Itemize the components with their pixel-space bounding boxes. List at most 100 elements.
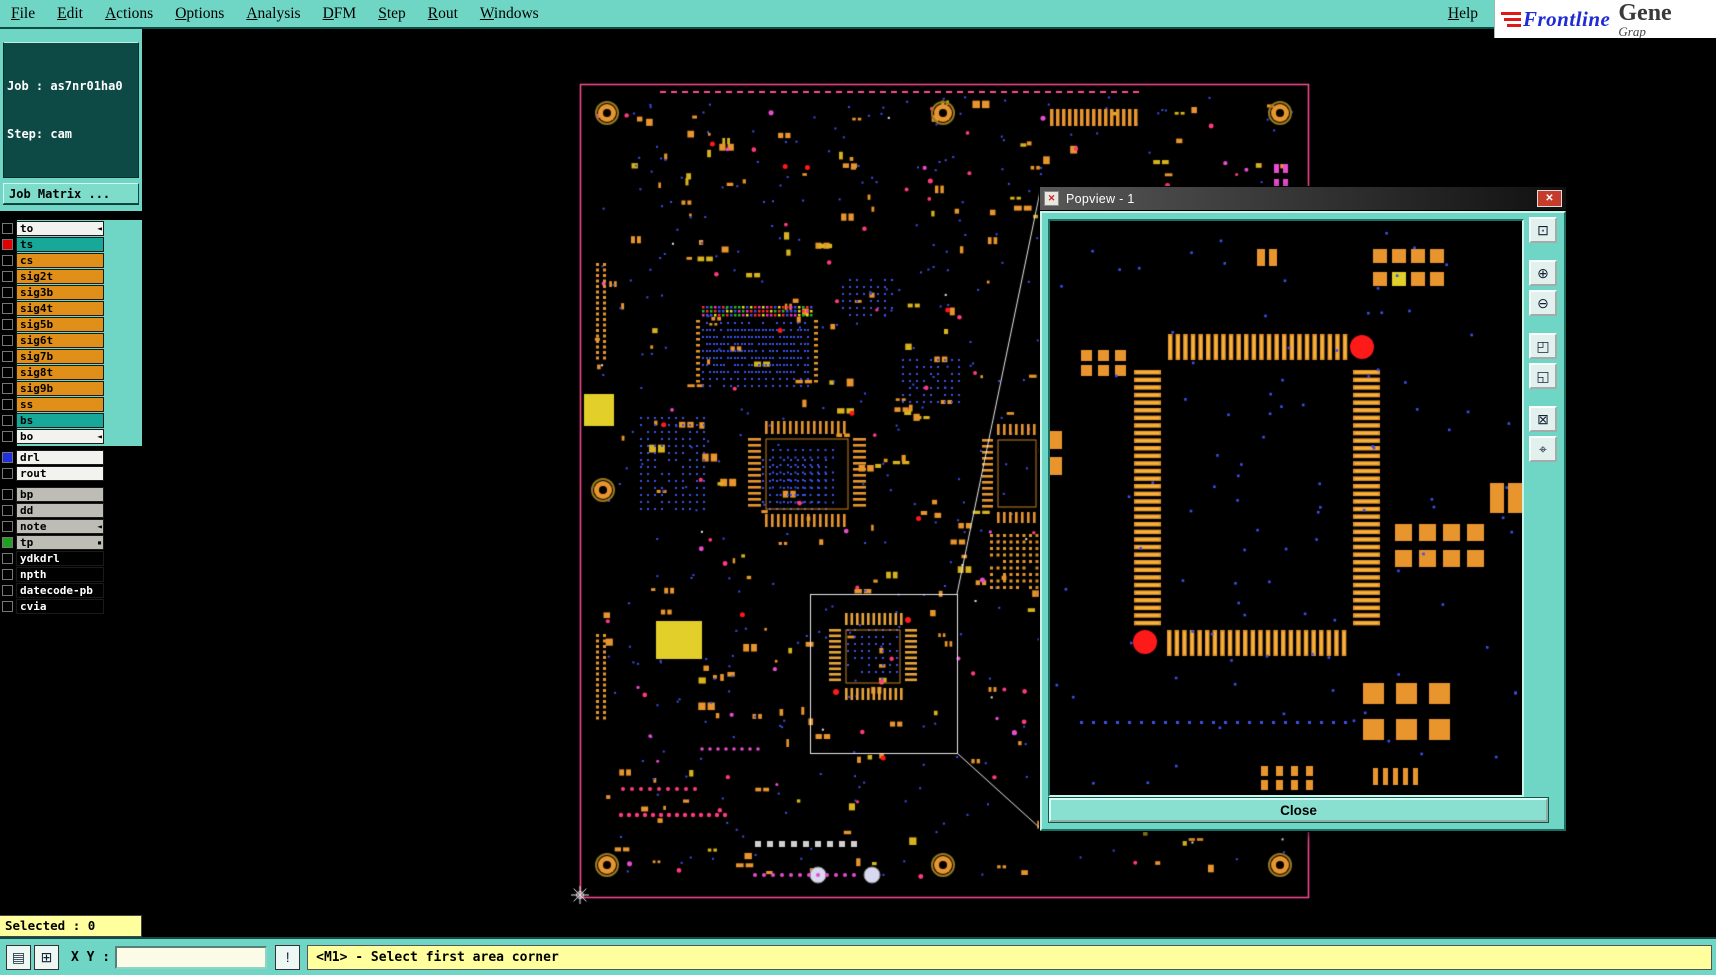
zoom-box-icon-button[interactable]: ⊠ [1529,406,1557,432]
layer-name-ydkdrl[interactable]: ydkdrl [16,550,104,566]
layer-row-cvia[interactable]: cvia [0,598,142,614]
layer-name-npth[interactable]: npth [16,566,104,582]
layer-visibility-checkbox-bp[interactable] [2,488,13,500]
layer-row-to[interactable]: to ◄ [0,220,142,236]
menu-item-options[interactable]: Options [164,5,235,23]
menu-item-rout[interactable]: Rout [417,5,469,23]
layer-name-note[interactable]: note ◄ [16,518,104,534]
layer-row-dd[interactable]: dd [0,502,142,518]
window-icon-button[interactable]: ⊡ [1529,217,1557,243]
menu-item-actions[interactable]: Actions [94,5,164,23]
layer-name-sig5b[interactable]: sig5b [16,316,104,332]
layer-name-dd[interactable]: dd [16,502,104,518]
layer-name-bs[interactable]: bs [16,412,104,428]
layer-name-sig8t[interactable]: sig8t [16,364,104,380]
layer-row-bo[interactable]: bo ◄ [0,428,142,444]
pan-left-icon-button[interactable]: ◰ [1529,333,1557,359]
menu-item-dfm[interactable]: DFM [312,5,368,23]
grid-icon-button[interactable]: ⊞ [34,944,59,970]
layer-name-sig3b[interactable]: sig3b [16,284,104,300]
xy-coordinate-input[interactable] [115,945,268,969]
layer-name-cs[interactable]: cs [16,252,104,268]
layer-visibility-checkbox-dd[interactable] [2,504,13,516]
layer-name-sig9b[interactable]: sig9b [16,380,104,396]
layer-row-sig4t[interactable]: sig4t [0,300,142,316]
layer-row-cs[interactable]: cs [0,252,142,268]
scroll-up-icon-button[interactable]: ⊕ [1529,260,1557,286]
layer-visibility-checkbox-to[interactable] [2,222,13,234]
layer-visibility-checkbox-sig5b[interactable] [2,318,13,330]
layer-name-sig6t[interactable]: sig6t [16,332,104,348]
layer-visibility-checkbox-datecode-pb[interactable] [2,584,13,596]
layer-name-ss[interactable]: ss [16,396,104,412]
layer-row-sig6t[interactable]: sig6t [0,332,142,348]
notes-icon-button[interactable]: ▤ [6,944,31,970]
layer-visibility-checkbox-sig7b[interactable] [2,350,13,362]
layer-visibility-checkbox-bs[interactable] [2,414,13,426]
layer-row-datecode-pb[interactable]: datecode-pb [0,582,142,598]
layer-visibility-checkbox-sig4t[interactable] [2,302,13,314]
layer-row-note[interactable]: note ◄ [0,518,142,534]
menu-item-analysis[interactable]: Analysis [235,5,311,23]
layer-visibility-checkbox-bo[interactable] [2,430,13,442]
layer-name-sig7b[interactable]: sig7b [16,348,104,364]
prompt-icon-button[interactable]: ! [275,944,301,970]
layer-name-bp[interactable]: bp [16,486,104,502]
menu-item-step[interactable]: Step [367,5,417,23]
layer-name-drl[interactable]: drl [16,449,104,465]
pan-right-icon-button[interactable]: ◱ [1529,363,1557,389]
layer-visibility-checkbox-sig9b[interactable] [2,382,13,394]
layer-visibility-checkbox-tp[interactable] [2,536,13,548]
layer-visibility-checkbox-npth[interactable] [2,568,13,580]
scroll-down-icon-button[interactable]: ⊖ [1529,290,1557,316]
popview-close-button[interactable]: Close [1049,798,1548,822]
scroll-down-icon: ⊖ [1537,295,1549,311]
prompt-message-bar: <M1> - Select first area corner [307,944,1712,970]
layer-row-sig8t[interactable]: sig8t [0,364,142,380]
layer-visibility-checkbox-cs[interactable] [2,254,13,266]
layer-visibility-checkbox-cvia[interactable] [2,600,13,612]
popview-title-bar[interactable]: ✕ Popview - 1 ✕ [1040,187,1566,211]
layer-visibility-checkbox-sig3b[interactable] [2,286,13,298]
layer-row-sig3b[interactable]: sig3b [0,284,142,300]
layer-visibility-checkbox-ydkdrl[interactable] [2,552,13,564]
menu-item-file[interactable]: File [0,5,46,23]
layer-name-bo[interactable]: bo ◄ [16,428,104,444]
layer-row-ydkdrl[interactable]: ydkdrl [0,550,142,566]
layer-row-drl[interactable]: drl [0,449,142,465]
layer-row-npth[interactable]: npth [0,566,142,582]
layer-name-to[interactable]: to ◄ [16,220,104,236]
job-matrix-button[interactable]: Job Matrix ... [3,183,139,204]
menu-item-windows[interactable]: Windows [469,5,550,23]
layer-row-bs[interactable]: bs [0,412,142,428]
layer-row-sig5b[interactable]: sig5b [0,316,142,332]
layer-visibility-checkbox-sig6t[interactable] [2,334,13,346]
layer-visibility-checkbox-ss[interactable] [2,398,13,410]
layer-row-sig7b[interactable]: sig7b [0,348,142,364]
layer-visibility-checkbox-sig8t[interactable] [2,366,13,378]
layer-name-cvia[interactable]: cvia [16,598,104,614]
layer-visibility-checkbox-rout[interactable] [2,467,13,479]
menu-item-edit[interactable]: Edit [46,5,94,23]
layer-name-sig2t[interactable]: sig2t [16,268,104,284]
popview-close-x-button[interactable]: ✕ [1537,190,1562,207]
layer-name-ts[interactable]: ts [16,236,104,252]
layer-visibility-checkbox-ts[interactable] [2,238,13,250]
layer-name-sig4t[interactable]: sig4t [16,300,104,316]
layer-name-rout[interactable]: rout [16,465,104,481]
popview-zoom-canvas[interactable] [1048,219,1524,797]
layer-row-tp[interactable]: tp ▪ [0,534,142,550]
layer-row-ts[interactable]: ts [0,236,142,252]
layer-visibility-checkbox-sig2t[interactable] [2,270,13,282]
layer-row-bp[interactable]: bp [0,486,142,502]
layer-name-tp[interactable]: tp ▪ [16,534,104,550]
layer-visibility-checkbox-note[interactable] [2,520,13,532]
center-view-icon-button[interactable]: ⌖ [1529,436,1557,462]
layer-row-ss[interactable]: ss [0,396,142,412]
layer-row-rout[interactable]: rout [0,465,142,481]
menu-item-help[interactable]: Help [1432,0,1494,27]
layer-row-sig9b[interactable]: sig9b [0,380,142,396]
layer-row-sig2t[interactable]: sig2t [0,268,142,284]
layer-visibility-checkbox-drl[interactable] [2,451,13,463]
layer-name-datecode-pb[interactable]: datecode-pb [16,582,104,598]
